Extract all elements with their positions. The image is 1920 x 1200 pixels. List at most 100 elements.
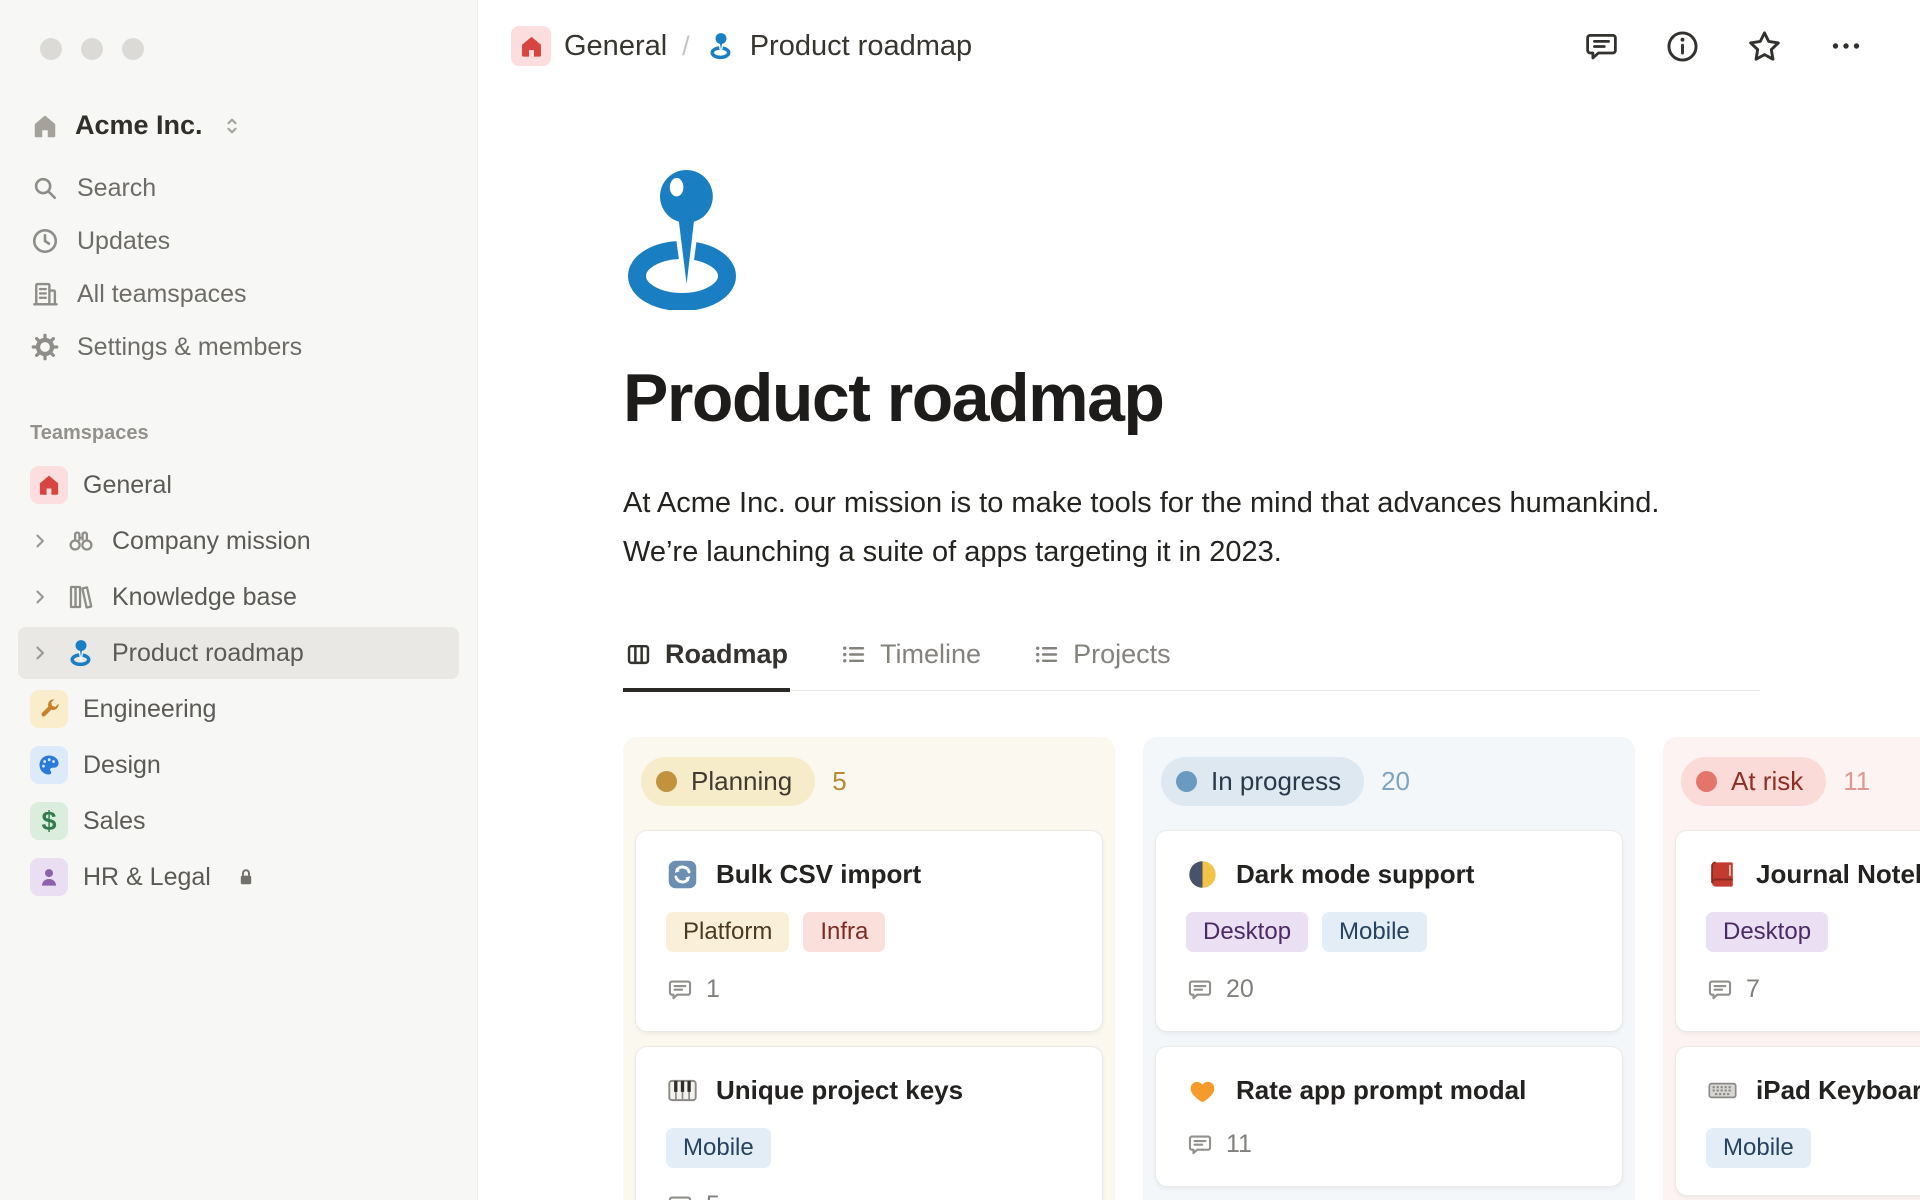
- column-header: At risk 11: [1675, 749, 1920, 816]
- sidebar-item-general[interactable]: General: [18, 459, 459, 511]
- sidebar-item-product-roadmap[interactable]: Product roadmap: [18, 627, 459, 679]
- sidebar-item-company-mission[interactable]: Company mission: [18, 515, 459, 567]
- home-red-icon: [30, 466, 68, 504]
- comment-count-icon: [666, 976, 694, 1004]
- comment-count-icon: [1186, 976, 1214, 1004]
- half-moon-icon: [1186, 858, 1219, 891]
- window-dot[interactable]: [81, 38, 103, 60]
- wrench-icon: [30, 690, 68, 728]
- status-dot: [1176, 771, 1197, 793]
- home-red-icon: [511, 26, 551, 66]
- page-title[interactable]: Product roadmap: [623, 359, 1920, 437]
- info-button[interactable]: [1664, 28, 1701, 65]
- page-description[interactable]: At Acme Inc. our mission is to make tool…: [623, 479, 1698, 577]
- sync-icon: [666, 858, 699, 891]
- sidebar-item-design[interactable]: Design: [18, 739, 459, 791]
- comment-count-icon: [666, 1192, 694, 1200]
- column-planning: Planning 5 Bulk CSV import Platform Infr…: [623, 737, 1115, 1200]
- gear-icon: [30, 332, 60, 362]
- page-icon-pushpin[interactable]: [623, 168, 751, 310]
- sidebar-item-label: Sales: [83, 806, 146, 835]
- comment-count: 5: [706, 1191, 720, 1200]
- status-label: In progress: [1211, 766, 1342, 797]
- window-dot[interactable]: [40, 38, 62, 60]
- column-header: Planning 5: [635, 749, 1103, 816]
- building-icon: [30, 279, 60, 309]
- column-header: In progress 20: [1155, 749, 1623, 816]
- status-badge[interactable]: Planning: [641, 757, 816, 807]
- sidebar-item-label: Product roadmap: [112, 638, 304, 667]
- status-dot: [656, 771, 677, 793]
- breadcrumb-label: Product roadmap: [749, 29, 973, 62]
- sidebar-item-label: Knowledge base: [112, 582, 297, 611]
- orange-heart-icon: [1186, 1074, 1219, 1107]
- tab-roadmap[interactable]: Roadmap: [623, 631, 791, 693]
- sidebar-item-knowledge-base[interactable]: Knowledge base: [18, 571, 459, 623]
- sidebar-item-label: HR & Legal: [83, 862, 211, 891]
- card-title: Bulk CSV import: [716, 859, 922, 890]
- card-dark-mode-support[interactable]: Dark mode support Desktop Mobile 20: [1155, 830, 1623, 1033]
- card-ipad-keyboard[interactable]: iPad Keyboard Mobile: [1675, 1046, 1920, 1197]
- comment-count: 1: [706, 975, 720, 1004]
- timeline-view-icon: [840, 641, 867, 668]
- dollar-icon: $: [30, 802, 68, 840]
- chevron-right-icon[interactable]: [30, 531, 50, 551]
- tag: Desktop: [1706, 912, 1829, 953]
- favorite-star-button[interactable]: [1745, 27, 1784, 66]
- more-options-button[interactable]: [1828, 28, 1864, 64]
- tag: Mobile: [1322, 912, 1427, 953]
- card-title: Dark mode support: [1236, 859, 1475, 890]
- card-bulk-csv-import[interactable]: Bulk CSV import Platform Infra 1: [635, 830, 1103, 1033]
- card-rate-app-prompt-modal[interactable]: Rate app prompt modal 11: [1155, 1046, 1623, 1188]
- breadcrumb-general[interactable]: General: [511, 26, 667, 66]
- breadcrumb-product-roadmap[interactable]: Product roadmap: [705, 30, 972, 63]
- sidebar-item-label: General: [83, 470, 172, 499]
- sidebar: Acme Inc. Search Updates All teamspaces …: [0, 0, 478, 1200]
- workspace-name: Acme Inc.: [75, 110, 203, 140]
- page-content: Product roadmap At Acme Inc. our mission…: [478, 92, 1920, 1200]
- column-in-progress: In progress 20 Dark mode support Desktop…: [1143, 737, 1635, 1200]
- card-title: iPad Keyboard: [1756, 1075, 1920, 1106]
- chevron-right-icon[interactable]: [30, 587, 50, 607]
- tab-timeline[interactable]: Timeline: [838, 631, 983, 690]
- comment-count-icon: [1706, 976, 1734, 1004]
- window-controls[interactable]: [0, 38, 477, 60]
- piano-icon: [666, 1074, 699, 1107]
- card-unique-project-keys[interactable]: Unique project keys Mobile 5: [635, 1046, 1103, 1200]
- card-title: Unique project keys: [716, 1075, 964, 1106]
- round-pushpin-icon: [705, 30, 737, 62]
- sidebar-item-label: Settings & members: [77, 332, 303, 361]
- card-journal-notebook[interactable]: Journal Notebook Desktop 7: [1675, 830, 1920, 1033]
- home-icon: [30, 111, 60, 141]
- sidebar-item-search[interactable]: Search: [18, 163, 459, 213]
- chevron-right-icon[interactable]: [30, 643, 50, 663]
- tab-projects[interactable]: Projects: [1031, 631, 1173, 690]
- tag: Desktop: [1186, 912, 1309, 953]
- status-badge[interactable]: In progress: [1161, 757, 1365, 807]
- status-dot: [1696, 771, 1717, 793]
- sidebar-item-engineering[interactable]: Engineering: [18, 683, 459, 735]
- sidebar-item-updates[interactable]: Updates: [18, 216, 459, 266]
- breadcrumb-separator: /: [682, 30, 690, 61]
- window-dot[interactable]: [122, 38, 144, 60]
- card-title: Rate app prompt modal: [1236, 1075, 1527, 1106]
- status-label: Planning: [691, 766, 793, 797]
- sidebar-item-sales[interactable]: $ Sales: [18, 795, 459, 847]
- tag: Mobile: [1706, 1128, 1811, 1169]
- status-badge[interactable]: At risk: [1681, 757, 1827, 807]
- list-view-icon: [1033, 641, 1060, 668]
- comment-button[interactable]: [1583, 28, 1620, 65]
- sidebar-item-label: Engineering: [83, 694, 217, 723]
- palette-icon: [30, 746, 68, 784]
- comment-count: 11: [1226, 1130, 1252, 1159]
- topbar: General / Product roadmap: [478, 0, 1920, 92]
- tag: Platform: [666, 912, 790, 953]
- tab-label: Timeline: [880, 639, 982, 670]
- lock-icon: [234, 865, 258, 889]
- workspace-switcher[interactable]: Acme Inc.: [18, 102, 459, 149]
- topbar-actions: [1583, 27, 1864, 66]
- sidebar-item-settings[interactable]: Settings & members: [18, 322, 459, 372]
- sidebar-item-all-teamspaces[interactable]: All teamspaces: [18, 269, 459, 319]
- keyboard-icon: [1706, 1074, 1739, 1107]
- sidebar-item-hr-legal[interactable]: HR & Legal: [18, 851, 459, 903]
